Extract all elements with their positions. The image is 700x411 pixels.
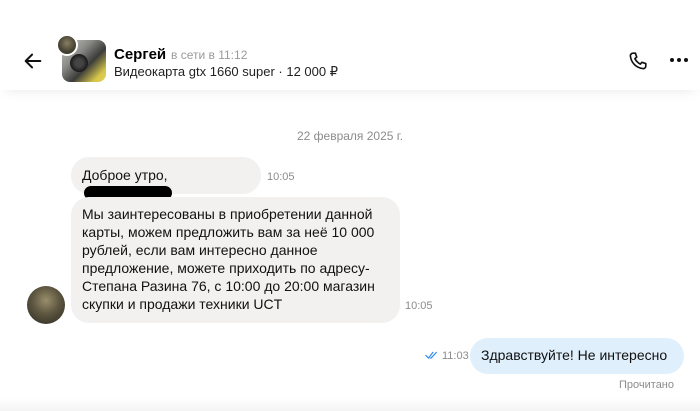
- read-status: Прочитано: [619, 379, 674, 391]
- message-time: 10:05: [267, 171, 295, 183]
- incoming-message[interactable]: Мы заинтересованы в приобретении данной …: [71, 197, 400, 323]
- incoming-message[interactable]: Доброе утро,: [71, 157, 261, 200]
- message-text: Доброе утро,: [82, 167, 168, 183]
- arrow-left-icon[interactable]: [22, 50, 44, 72]
- message-time: 10:05: [405, 300, 433, 312]
- more-horizontal-icon[interactable]: [668, 52, 690, 68]
- phone-icon[interactable]: [627, 50, 649, 72]
- contact-name[interactable]: Сергей: [114, 46, 166, 63]
- date-separator: 22 февраля 2025 г.: [296, 129, 404, 143]
- chat-header: Сергей в сети в 11:12 Видеокарта gtx 166…: [0, 0, 700, 90]
- double-check-icon: [425, 351, 437, 359]
- composer-edge: [0, 398, 700, 411]
- outgoing-message[interactable]: Здравствуйте! Не интересно: [470, 338, 684, 374]
- contact-avatar[interactable]: [27, 286, 65, 324]
- message-time: 11:03: [442, 350, 469, 362]
- contact-avatar-small: [56, 34, 78, 56]
- online-status: в сети в 11:12: [171, 48, 248, 62]
- listing-title[interactable]: Видеокарта gtx 1660 super · 12 000 ₽: [114, 64, 338, 80]
